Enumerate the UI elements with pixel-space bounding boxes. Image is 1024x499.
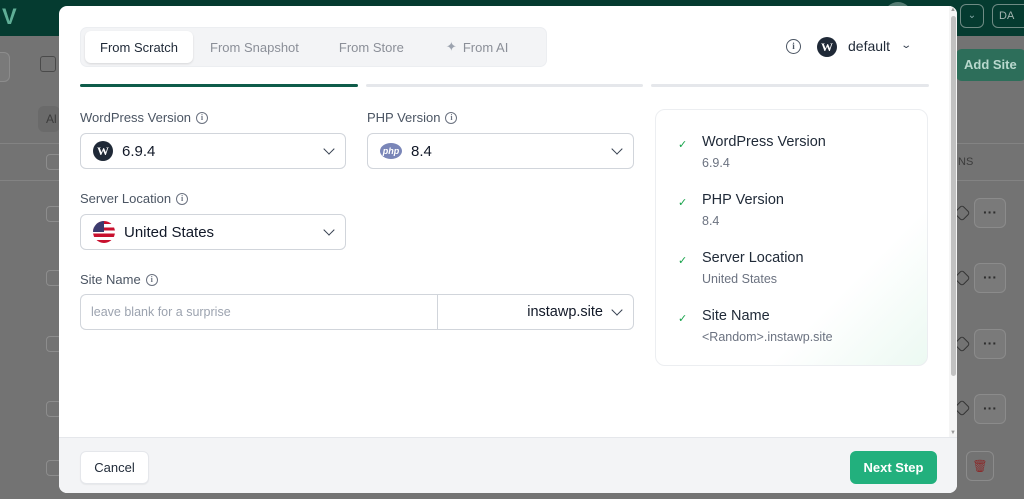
delete-icon[interactable]: 🗑 (966, 451, 994, 481)
row-more-button[interactable]: ··· (974, 394, 1006, 424)
row-more-button[interactable]: ··· (974, 329, 1006, 359)
scroll-up-icon[interactable]: ▲ (950, 7, 956, 13)
chevron-down-icon (611, 304, 623, 316)
summary-title: PHP Version (702, 192, 784, 208)
domain-value: instawp.site (527, 304, 603, 320)
source-tabs: From Scratch From Snapshot From Store ✦ … (80, 27, 547, 67)
summary-value: <Random>.instawp.site (702, 330, 833, 344)
summary-value: 8.4 (702, 214, 720, 228)
filter-chip[interactable]: Al (38, 106, 60, 132)
sidebar-toggle-button[interactable] (0, 52, 10, 82)
scrollbar[interactable]: ▲ ▼ (949, 6, 957, 437)
domain-select[interactable]: instawp.site (437, 294, 634, 330)
server-location-label-text: Server Location (80, 191, 172, 206)
server-location-select[interactable]: United States (80, 214, 346, 250)
chevron-down-icon (323, 224, 335, 236)
sparkle-icon: ✦ (445, 39, 457, 54)
info-icon[interactable]: i (176, 192, 189, 205)
row-more-button[interactable]: ··· (974, 198, 1006, 228)
summary-title: Site Name (702, 308, 770, 324)
tab-from-snapshot[interactable]: From Snapshot (195, 31, 314, 63)
wordpress-icon: W (93, 141, 113, 161)
header-chip[interactable]: ⌄ (960, 4, 984, 28)
summary-panel: ✓ WordPress Version 6.9.4 ✓ PHP Version … (655, 109, 928, 366)
progress-step-2 (366, 84, 643, 87)
brand-logo: V (2, 4, 17, 29)
wordpress-icon: W (817, 37, 837, 57)
chevron-down-icon[interactable]: ⌄ (900, 40, 912, 51)
site-name-label: Site Name i (80, 272, 158, 287)
workspace-name[interactable]: default (848, 38, 890, 54)
summary-value: United States (702, 272, 778, 286)
us-flag-icon (93, 221, 115, 243)
site-name-input[interactable] (80, 294, 438, 330)
panel-toggle-icon[interactable] (40, 56, 56, 72)
info-icon[interactable]: i (145, 273, 158, 286)
progress-step-3 (651, 84, 929, 87)
tab-from-store[interactable]: From Store (324, 31, 419, 63)
tab-from-ai[interactable]: ✦ From AI (431, 31, 523, 63)
php-version-label-text: PHP Version (367, 110, 441, 125)
cancel-button[interactable]: Cancel (80, 451, 149, 484)
progress-step-1 (80, 84, 358, 87)
wp-version-value: 6.9.4 (122, 142, 156, 160)
scrollbar-thumb[interactable] (951, 16, 956, 376)
chevron-down-icon (611, 143, 623, 155)
add-site-button[interactable]: Add Site (956, 49, 1024, 81)
check-icon: ✓ (678, 139, 688, 151)
summary-value: 6.9.4 (702, 156, 730, 170)
wp-version-label-text: WordPress Version (80, 110, 192, 125)
server-location-label: Server Location i (80, 191, 189, 206)
info-icon[interactable]: i (445, 111, 458, 124)
user-chip[interactable]: DA (992, 4, 1024, 28)
check-icon: ✓ (678, 197, 688, 209)
tab-from-scratch[interactable]: From Scratch (85, 31, 194, 63)
wp-version-select[interactable]: W 6.9.4 (80, 133, 346, 169)
check-icon: ✓ (678, 313, 688, 325)
create-site-modal: ▲ ▼ From Scratch From Snapshot From Stor… (59, 6, 957, 493)
php-version-label: PHP Version i (367, 110, 458, 125)
next-step-button[interactable]: Next Step (850, 451, 937, 484)
check-icon: ✓ (678, 255, 688, 267)
site-name-label-text: Site Name (80, 272, 141, 287)
chevron-down-icon (323, 143, 335, 155)
php-version-select[interactable]: php 8.4 (367, 133, 634, 169)
scroll-down-icon[interactable]: ▼ (950, 430, 956, 436)
row-more-button[interactable]: ··· (974, 263, 1006, 293)
summary-title: Server Location (702, 250, 804, 266)
info-icon[interactable]: i (786, 39, 801, 54)
info-icon[interactable]: i (196, 111, 209, 124)
php-version-value: 8.4 (411, 142, 432, 160)
server-location-value: United States (124, 223, 215, 241)
php-icon: php (380, 143, 402, 159)
modal-footer: Cancel Next Step (59, 437, 957, 493)
wp-version-label: WordPress Version i (80, 110, 209, 125)
tab-from-ai-label: From AI (462, 39, 509, 55)
column-header-fragment: NS (958, 156, 974, 168)
summary-title: WordPress Version (702, 134, 826, 150)
